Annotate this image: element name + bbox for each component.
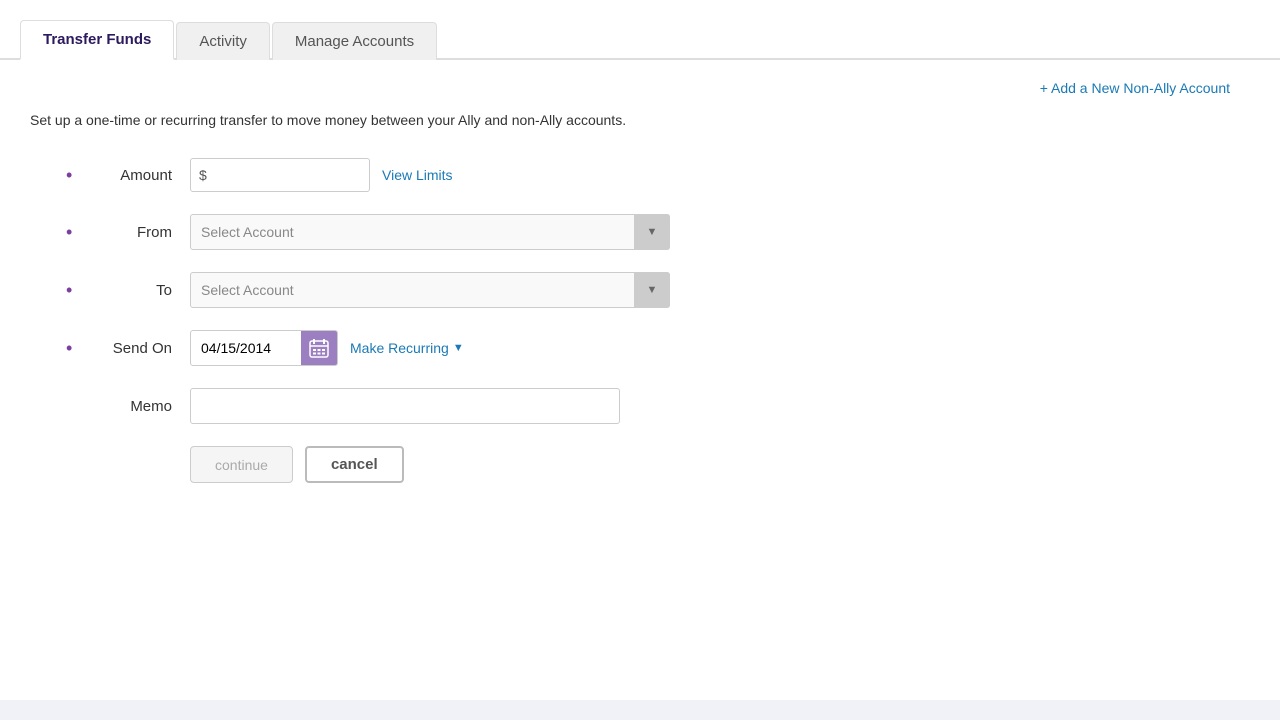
- tab-manage-accounts[interactable]: Manage Accounts: [272, 22, 437, 60]
- continue-button[interactable]: continue: [190, 446, 293, 483]
- tabs-bar: Transfer Funds Activity Manage Accounts: [0, 0, 1280, 60]
- required-dot-from: •: [66, 222, 72, 243]
- required-dot-amount: •: [66, 165, 72, 186]
- make-recurring-link[interactable]: Make Recurring ▼: [350, 340, 464, 356]
- content-area: + Add a New Non-Ally Account Set up a on…: [0, 60, 1280, 700]
- description-text: Set up a one-time or recurring transfer …: [30, 112, 1250, 128]
- to-select[interactable]: Select Account: [190, 272, 670, 308]
- recurring-dropdown-arrow-icon: ▼: [453, 342, 464, 354]
- top-action-row: + Add a New Non-Ally Account: [30, 80, 1250, 96]
- tab-transfer-funds[interactable]: Transfer Funds: [20, 20, 174, 60]
- send-on-row: • Send On: [70, 330, 770, 366]
- from-select[interactable]: Select Account: [190, 214, 670, 250]
- amount-label: • Amount: [70, 167, 190, 184]
- send-on-group: Make Recurring ▼: [190, 330, 464, 366]
- to-label: • To: [70, 282, 190, 299]
- from-select-wrapper: Select Account: [190, 214, 670, 250]
- amount-input-wrap: $: [190, 158, 370, 192]
- buttons-row: continue cancel: [190, 446, 770, 483]
- form-section: • Amount $ View Limits • From: [70, 158, 770, 483]
- to-select-wrapper: Select Account: [190, 272, 670, 308]
- memo-label: Memo: [70, 398, 190, 415]
- from-label: • From: [70, 224, 190, 241]
- add-account-link[interactable]: + Add a New Non-Ally Account: [1040, 80, 1230, 96]
- to-row: • To Select Account: [70, 272, 770, 308]
- date-input-wrap: [190, 330, 338, 366]
- send-on-label: • Send On: [70, 340, 190, 357]
- page-wrapper: Transfer Funds Activity Manage Accounts …: [0, 0, 1280, 720]
- amount-group: $ View Limits: [190, 158, 453, 192]
- tab-activity[interactable]: Activity: [176, 22, 270, 60]
- cancel-button[interactable]: cancel: [305, 446, 404, 483]
- memo-input[interactable]: [190, 388, 620, 424]
- view-limits-link[interactable]: View Limits: [382, 167, 453, 183]
- amount-row: • Amount $ View Limits: [70, 158, 770, 192]
- calendar-button[interactable]: [301, 330, 337, 366]
- date-input[interactable]: [191, 331, 301, 365]
- required-dot-to: •: [66, 280, 72, 301]
- dollar-sign: $: [199, 167, 207, 183]
- memo-row: Memo: [70, 388, 770, 424]
- calendar-icon: [309, 338, 329, 358]
- from-row: • From Select Account: [70, 214, 770, 250]
- required-dot-send-on: •: [66, 338, 72, 359]
- amount-input[interactable]: [211, 167, 351, 183]
